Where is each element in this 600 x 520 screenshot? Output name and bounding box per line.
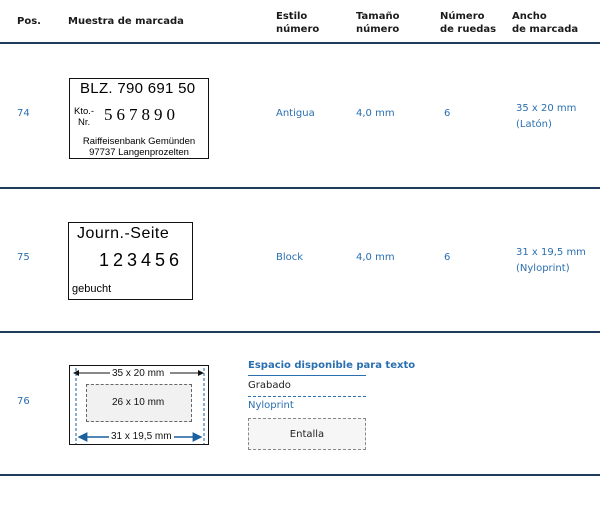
header-size: Tamaño número	[356, 10, 399, 36]
header-sample: Muestra de marcada	[68, 16, 184, 27]
row-75-width-line1: 31 x 19,5 mm	[516, 247, 586, 258]
stamp-sample-74: BLZ. 790 691 50 Kto.- Nr. 567890 Raiffei…	[69, 78, 209, 159]
text-space-dashed-rule	[248, 396, 366, 397]
text-space-rule	[248, 375, 366, 376]
row-75-wheels: 6	[444, 252, 451, 263]
stamp-75-title: Journ.-Seite	[77, 225, 170, 242]
row-74-pos: 74	[17, 108, 30, 119]
row-75-width: 31 x 19,5 mm (Nyloprint)	[516, 245, 586, 277]
diagram-outer-label: 35 x 20 mm	[110, 368, 167, 379]
header-wheels-line2: de ruedas	[440, 24, 497, 35]
text-space-engraved: Grabado	[248, 380, 291, 391]
row-74-width-line2: (Latón)	[516, 119, 552, 130]
header-width-line1: Ancho	[512, 11, 547, 22]
stamp-74-city: 97737 Langenprozelten	[89, 147, 189, 158]
text-space-nyloprint: Nyloprint	[248, 400, 294, 411]
stamp-sample-75: Journ.-Seite 123456 gebucht	[68, 222, 193, 300]
row-74-size: 4,0 mm	[356, 108, 395, 119]
row-76-divider	[0, 474, 600, 476]
stamp-74-number: 567890	[104, 105, 179, 124]
text-space-box: Entalla	[248, 418, 366, 450]
row-76-pos: 76	[17, 396, 30, 407]
header-style-line1: Estilo	[276, 11, 308, 22]
header-size-line1: Tamaño	[356, 11, 400, 22]
row-74-width: 35 x 20 mm (Latón)	[516, 101, 576, 133]
row-74-style: Antigua	[276, 108, 315, 119]
header-divider	[0, 42, 600, 44]
header-style: Estilo número	[276, 10, 319, 36]
diagram-inner-label: 26 x 10 mm	[112, 397, 165, 408]
row-75-width-line2: (Nyloprint)	[516, 263, 570, 274]
stamp-74-title: BLZ. 790 691 50	[80, 80, 196, 97]
stamp-74-kto-line1: Kto.-	[74, 106, 95, 117]
row-74-wheels: 6	[444, 108, 451, 119]
stamp-75-number: 123456	[99, 250, 184, 270]
stamp-74-bank: Raiffeisenbank Gemünden	[82, 136, 196, 147]
row-75-style: Block	[276, 252, 304, 263]
stamp-74-kto: Kto.- Nr.	[74, 106, 94, 128]
header-wheels-line1: Número	[440, 11, 485, 22]
diagram-bottom-label: 31 x 19,5 mm	[109, 431, 174, 442]
header-pos: Pos.	[17, 16, 41, 27]
row-75-divider	[0, 331, 600, 333]
stamp-75-sub: gebucht	[72, 283, 112, 295]
header-wheels: Número de ruedas	[440, 10, 496, 36]
text-space-title: Espacio disponible para texto	[248, 360, 416, 371]
row-75-size: 4,0 mm	[356, 252, 395, 263]
row-75-pos: 75	[17, 252, 30, 263]
header-size-line2: número	[356, 24, 400, 35]
header-width-line2: de marcada	[512, 24, 579, 35]
stamp-74-kto-line2: Nr.	[78, 117, 91, 128]
row-74-width-line1: 35 x 20 mm	[516, 103, 577, 114]
row-74-divider	[0, 187, 600, 189]
header-width: Ancho de marcada	[512, 10, 578, 36]
header-style-line2: número	[276, 24, 320, 35]
